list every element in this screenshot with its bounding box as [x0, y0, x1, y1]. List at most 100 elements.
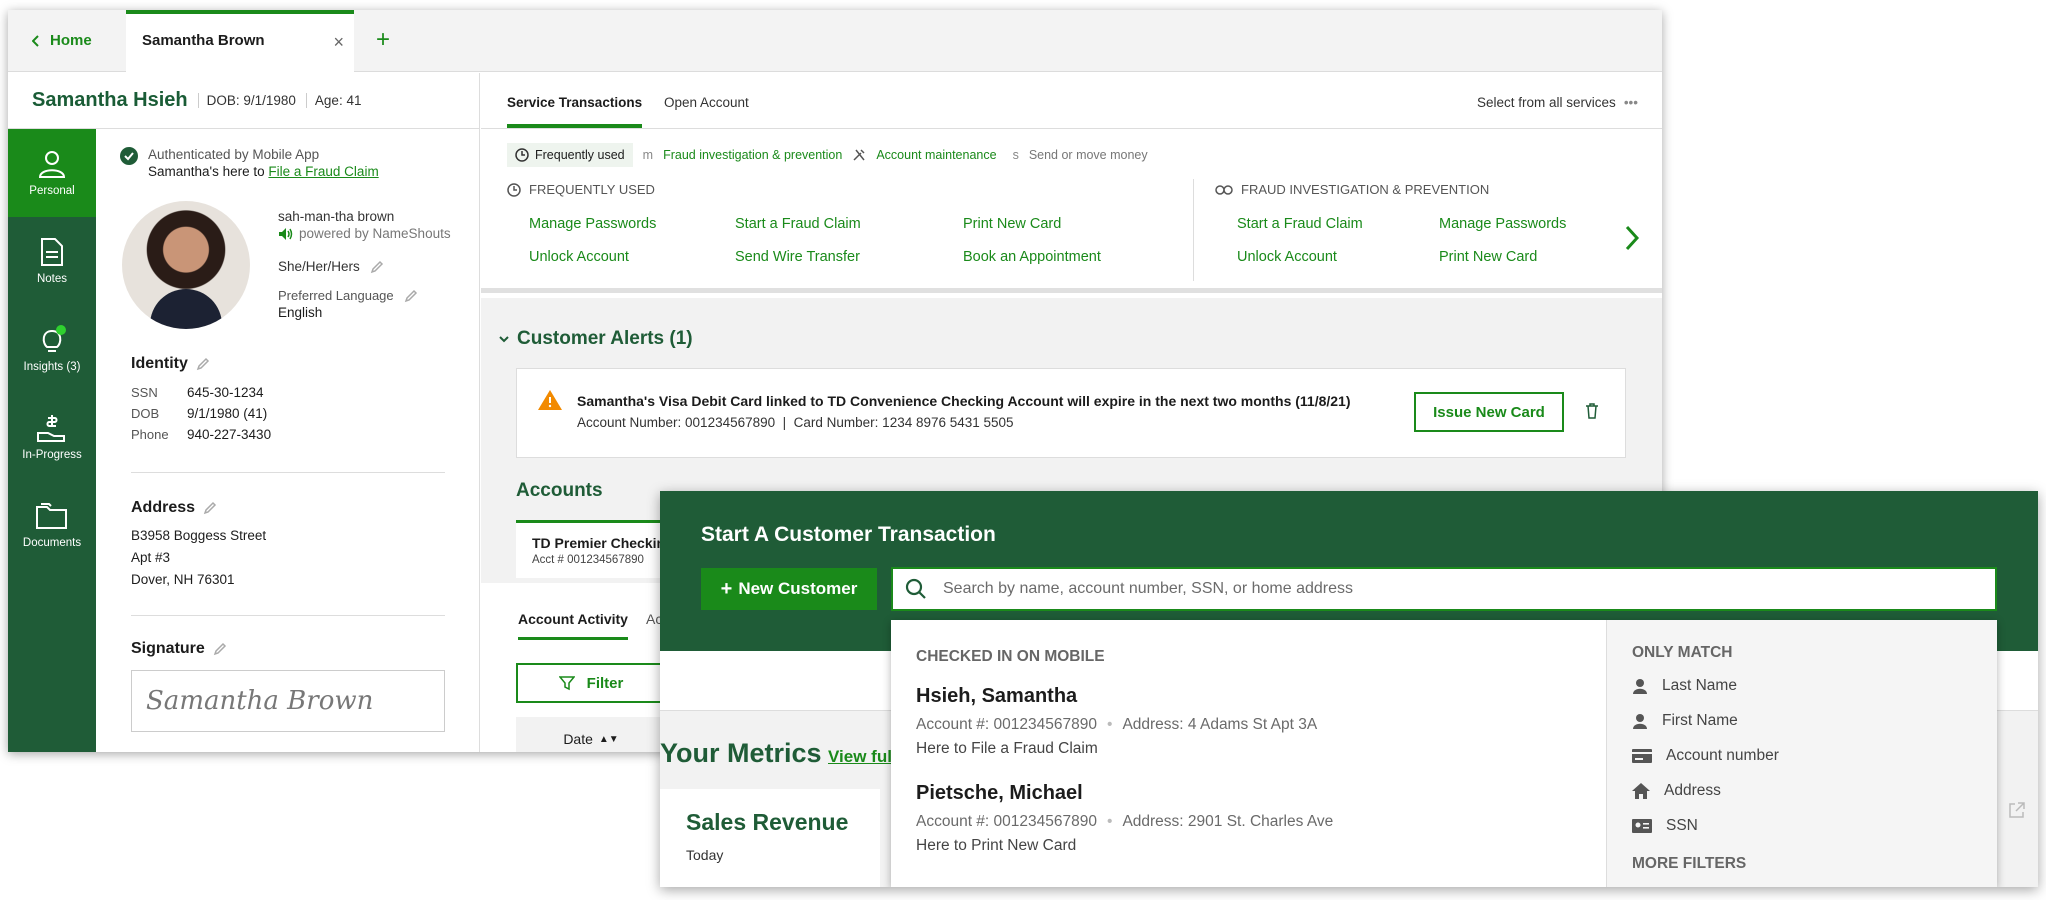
profile-panel: Authenticated by Mobile App Samantha's h… [96, 129, 480, 752]
chip-fraud[interactable]: Fraud investigation & prevention [663, 148, 842, 162]
filter-last-name[interactable]: Last Name [1632, 668, 1997, 703]
speaker-icon[interactable] [278, 227, 294, 241]
service-link[interactable]: Manage Passwords [529, 216, 735, 232]
signature-title: Signature [131, 640, 205, 657]
rail-label: Notes [36, 273, 68, 285]
lightbulb-icon [37, 325, 67, 355]
filter-label: Address [1664, 781, 1721, 799]
service-link[interactable]: Send Wire Transfer [735, 249, 963, 265]
hand-money-icon [36, 413, 68, 443]
service-link[interactable]: Start a Fraud Claim [1237, 216, 1439, 232]
pronouns: She/Her/Hers [278, 259, 360, 274]
services-panel: Service Transactions Open Account Select… [481, 73, 1662, 293]
auth-method: Authenticated by Mobile App [148, 147, 320, 162]
rail-item-insights[interactable]: Insights (3) [8, 305, 96, 393]
add-tab-icon[interactable]: + [376, 26, 390, 54]
home-tab[interactable]: Home [32, 32, 92, 49]
customer-search[interactable] [891, 567, 1997, 611]
result-name: Hsieh, Samantha [916, 685, 1078, 707]
chip-frequently-used[interactable]: Frequently used [507, 143, 633, 167]
pencil-icon[interactable] [213, 642, 227, 656]
dob-label: DOB [131, 406, 160, 421]
filter-account-number[interactable]: Account number [1632, 738, 1997, 773]
side-rail: Personal Notes Insights (3) In-Progress … [8, 129, 96, 752]
link-icon [1215, 184, 1233, 196]
account-number: Acct # 001234567890 [532, 554, 644, 566]
alert-card: Samantha's Visa Debit Card linked to TD … [516, 368, 1626, 458]
service-link[interactable]: Book an Appointment [963, 249, 1163, 265]
service-link[interactable]: Start a Fraud Claim [735, 216, 963, 232]
chevron-down-icon [499, 335, 509, 343]
filter-first-name[interactable]: First Name [1632, 703, 1997, 738]
pencil-icon[interactable] [370, 260, 384, 274]
plus-icon: + [720, 577, 733, 600]
service-link[interactable]: Print New Card [1439, 249, 1619, 265]
person-icon [1632, 713, 1648, 729]
metrics-heading: Your Metrics [660, 738, 822, 768]
pencil-icon[interactable] [196, 357, 210, 371]
only-match-heading: ONLY MATCH [1632, 644, 1733, 661]
select-all-services[interactable]: Select from all services ••• [1477, 95, 1638, 110]
service-link[interactable]: Manage Passwords [1439, 216, 1619, 232]
service-link[interactable]: Unlock Account [529, 249, 735, 265]
identity-title: Identity [131, 355, 188, 372]
rail-item-in-progress[interactable]: In-Progress [8, 393, 96, 481]
tab-service-transactions[interactable]: Service Transactions [507, 95, 643, 128]
account-name: TD Premier Checkin [532, 535, 666, 551]
rail-item-personal[interactable]: Personal [8, 129, 96, 217]
avatar [122, 201, 250, 329]
result-item[interactable]: Pietsche, Michael Account #: 00123456789… [916, 782, 1333, 855]
rail-item-notes[interactable]: Notes [8, 217, 96, 305]
date-column-header[interactable]: Date ▲▼ [516, 717, 666, 752]
search-input[interactable] [943, 580, 1943, 598]
issue-new-card-button[interactable]: Issue New Card [1414, 392, 1564, 432]
chevron-right-icon[interactable] [1624, 224, 1640, 257]
filter-address[interactable]: Address [1632, 773, 1997, 808]
ssn-value: 645-30-1234 [187, 385, 264, 400]
bullet: • [1107, 813, 1113, 830]
more-dots-icon: ••• [1623, 95, 1638, 110]
rail-item-documents[interactable]: Documents [8, 481, 96, 569]
select-all-label: Select from all services [1477, 95, 1616, 110]
pencil-icon[interactable] [404, 289, 418, 303]
phone-label: Phone [131, 427, 169, 442]
pencil-icon[interactable] [203, 501, 217, 515]
pronunciation-provider: powered by NameShouts [299, 226, 451, 241]
filter-sidebar: ONLY MATCH Last Name First Name Account … [1606, 620, 1997, 887]
more-filters-heading[interactable]: MORE FILTERS [1632, 855, 1997, 873]
chip-send-money[interactable]: Send or move money [1029, 148, 1148, 162]
divider [131, 615, 445, 616]
search-results-dropdown: CHECKED IN ON MOBILE Hsieh, Samantha Acc… [891, 620, 1997, 887]
ssn-label: SSN [131, 385, 158, 400]
result-account: Account #: 001234567890 [916, 716, 1097, 733]
tab-account-activity[interactable]: Account Activity [518, 611, 628, 640]
chip-account-maintenance[interactable]: Account maintenance [876, 148, 996, 162]
signature-heading: Signature [131, 640, 445, 658]
customer-tab[interactable]: Samantha Brown × [126, 10, 354, 72]
filter-button[interactable]: Filter [516, 663, 666, 703]
signature-box: Samantha Brown [131, 670, 445, 732]
home-icon [1632, 782, 1650, 799]
result-address: Address: 2901 St. Charles Ave [1122, 813, 1334, 830]
start-transaction-window: Start A Customer Transaction + New Custo… [660, 491, 2038, 887]
external-link-icon[interactable] [2008, 801, 2026, 819]
search-icon [905, 578, 927, 600]
date-label: Date [563, 731, 593, 747]
person-icon [1632, 678, 1648, 694]
filter-ssn[interactable]: SSN [1632, 808, 1997, 843]
result-item[interactable]: Hsieh, Samantha Account #: 001234567890 •… [916, 685, 1317, 758]
service-link[interactable]: Unlock Account [1237, 249, 1439, 265]
new-customer-button[interactable]: + New Customer [701, 568, 877, 610]
chip-label: Frequently used [535, 148, 625, 162]
result-note: Here to Print New Card [916, 837, 1077, 854]
service-link[interactable]: Print New Card [963, 216, 1163, 232]
fraud-claim-link[interactable]: File a Fraud Claim [268, 164, 378, 179]
trash-icon[interactable] [1585, 403, 1599, 419]
view-full-metrics-link[interactable]: View ful [828, 747, 892, 767]
alerts-toggle[interactable]: Customer Alerts (1) [499, 328, 693, 350]
filter-icon [558, 675, 575, 691]
tab-open-account[interactable]: Open Account [664, 95, 749, 110]
filter-label: Filter [586, 674, 624, 692]
close-tab-icon[interactable]: × [333, 32, 344, 53]
account-card[interactable]: TD Premier Checkin Acct # 001234567890 [516, 520, 676, 578]
